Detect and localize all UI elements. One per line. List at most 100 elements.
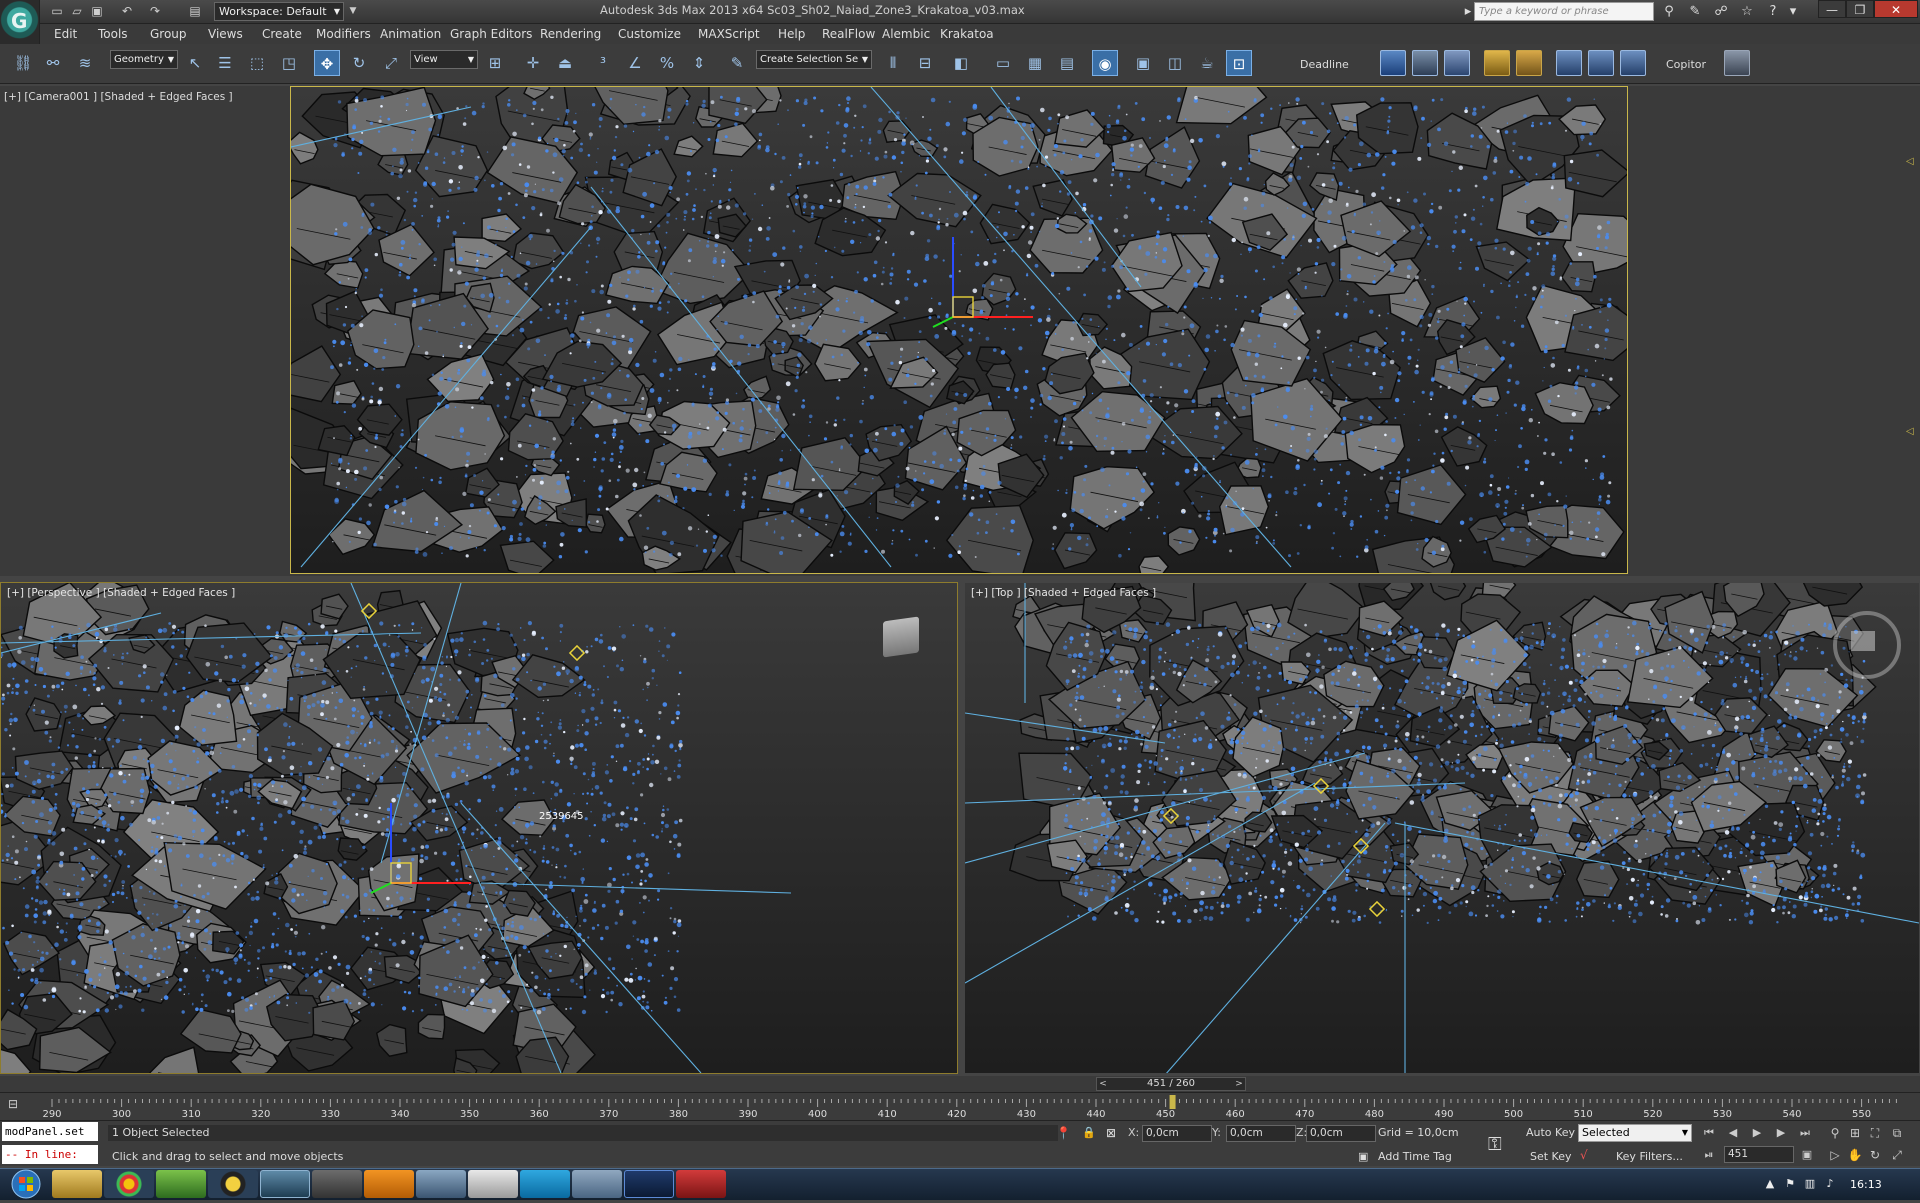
y-coordinate-field[interactable]: 0,0cm bbox=[1226, 1125, 1296, 1142]
time-slider-frame-counter[interactable]: 451 / 260 bbox=[1096, 1077, 1246, 1091]
zoom-extents-all-icon[interactable]: ⧉ bbox=[1888, 1124, 1906, 1142]
zoom-extents-icon[interactable]: ⛶ bbox=[1866, 1124, 1884, 1142]
search-input[interactable]: Type a keyword or phrase bbox=[1474, 2, 1654, 21]
taskbar-graph-icon[interactable] bbox=[468, 1170, 518, 1198]
mirror-icon[interactable]: ⫴ bbox=[880, 50, 906, 76]
viewcube-icon[interactable] bbox=[883, 616, 919, 657]
orbit-icon[interactable]: ↻ bbox=[1866, 1146, 1884, 1164]
maxscript-listener-input[interactable]: modPanel.set bbox=[2, 1122, 98, 1141]
taskbar-image-viewer-icon[interactable] bbox=[572, 1170, 622, 1198]
communication-center-icon[interactable]: ☍ bbox=[1710, 2, 1732, 22]
select-and-rotate-icon[interactable]: ↻ bbox=[346, 50, 372, 76]
time-configuration-icon[interactable]: ▣ bbox=[1798, 1146, 1816, 1164]
menu-edit[interactable]: Edit bbox=[54, 26, 77, 42]
key-mode-dropdown[interactable]: Selected▼ bbox=[1578, 1124, 1692, 1142]
taskbar-skype-icon[interactable] bbox=[520, 1170, 570, 1198]
edit-named-selection-icon[interactable]: ✎ bbox=[724, 50, 750, 76]
window-crossing-icon[interactable]: ◳ bbox=[276, 50, 302, 76]
menu-rendering[interactable]: Rendering bbox=[540, 26, 601, 42]
taskbar-app-icon[interactable] bbox=[156, 1170, 206, 1198]
layer-manager-icon[interactable]: ◧ bbox=[948, 50, 974, 76]
render-setup-icon[interactable]: ▣ bbox=[1130, 50, 1156, 76]
menu-realflow[interactable]: RealFlow bbox=[822, 26, 875, 42]
copitor-label[interactable]: Copitor bbox=[1666, 58, 1706, 71]
selection-filter-dropdown[interactable]: Geometry▼ bbox=[110, 50, 178, 69]
deadline-label[interactable]: Deadline bbox=[1300, 58, 1349, 71]
x-coordinate-field[interactable]: 0,0cm bbox=[1142, 1125, 1212, 1142]
save-file-icon[interactable]: ▣ bbox=[88, 3, 106, 20]
subscription-center-icon[interactable]: ✎ bbox=[1684, 2, 1706, 22]
help-dropdown-icon[interactable]: ▾ bbox=[1786, 2, 1800, 22]
quick-access-customize-icon[interactable]: ▼ bbox=[346, 2, 360, 21]
maximize-viewport-icon[interactable]: ⤢ bbox=[1888, 1146, 1906, 1164]
menu-customize[interactable]: Customize bbox=[618, 26, 681, 42]
application-button[interactable]: G bbox=[0, 0, 40, 44]
percent-snap-icon[interactable]: % bbox=[654, 50, 680, 76]
play-icon[interactable]: ▶ bbox=[1748, 1124, 1766, 1142]
menu-graph-editors[interactable]: Graph Editors bbox=[450, 26, 532, 42]
undo-icon[interactable]: ↶ bbox=[118, 3, 136, 20]
time-tag-icon[interactable]: ▣ bbox=[1358, 1150, 1368, 1163]
current-frame-field[interactable]: 451 bbox=[1724, 1146, 1794, 1163]
taskbar-photoshop-icon[interactable] bbox=[624, 1170, 674, 1198]
time-slider[interactable] bbox=[0, 1076, 1920, 1092]
absolute-mode-icon[interactable]: ⊠ bbox=[1106, 1126, 1116, 1140]
keyboard-shortcut-override-icon[interactable]: ⏏ bbox=[552, 50, 578, 76]
time-slider-next-icon[interactable]: > bbox=[1232, 1077, 1246, 1091]
help-icon[interactable]: ? bbox=[1762, 2, 1784, 22]
maxscript-listener-output[interactable]: -- In line: bbox=[2, 1145, 98, 1164]
viewport-label-camera-left[interactable]: [+] [Camera001 ] [Shaded + Edged Faces ] bbox=[4, 90, 233, 103]
align-icon[interactable]: ⊟ bbox=[912, 50, 938, 76]
spinner-snap-icon[interactable]: ⇕ bbox=[686, 50, 712, 76]
minimize-icon[interactable]: — bbox=[1818, 0, 1846, 18]
key-mode-toggle-icon[interactable]: ⏯ bbox=[1700, 1146, 1718, 1164]
taskbar-explorer-icon[interactable] bbox=[52, 1170, 102, 1198]
render-iterative-icon[interactable]: ⊡ bbox=[1226, 50, 1252, 76]
field-of-view-icon[interactable]: ▷ bbox=[1826, 1146, 1844, 1164]
taskbar-clock[interactable]: 16:13 bbox=[1850, 1178, 1882, 1191]
favorites-star-icon[interactable]: ☆ bbox=[1736, 2, 1758, 22]
select-and-scale-icon[interactable]: ⤢ bbox=[378, 50, 404, 76]
bin-particles-icon[interactable] bbox=[1588, 50, 1614, 76]
go-to-end-icon[interactable]: ⏭ bbox=[1796, 1124, 1814, 1142]
tray-expand-icon[interactable]: ▲ bbox=[1762, 1176, 1778, 1192]
next-frame-icon[interactable]: ▶ bbox=[1772, 1124, 1790, 1142]
pivot-center-icon[interactable]: ⊞ bbox=[482, 50, 508, 76]
track-bar[interactable]: 2903003103203303403503603703803904004104… bbox=[0, 1092, 1920, 1120]
zoom-all-icon[interactable]: ⊞ bbox=[1846, 1124, 1864, 1142]
taskbar-nuke-icon[interactable] bbox=[208, 1170, 258, 1198]
schematic-view-icon[interactable]: ▤ bbox=[1054, 50, 1080, 76]
taskbar-chrome-icon[interactable] bbox=[104, 1170, 154, 1198]
menu-modifiers[interactable]: Modifiers bbox=[316, 26, 371, 42]
default-in-out-tangents-icon[interactable]: √ bbox=[1580, 1148, 1588, 1162]
taskbar-window-icon[interactable] bbox=[416, 1170, 466, 1198]
hold-icon[interactable]: ▤ bbox=[186, 3, 204, 20]
top-viewport[interactable]: [+] [Top ] [Shaded + Edged Faces ] bbox=[964, 582, 1920, 1074]
scene-explorer-icon[interactable] bbox=[1724, 50, 1750, 76]
bin-tools-icon[interactable] bbox=[1620, 50, 1646, 76]
menu-animation[interactable]: Animation bbox=[380, 26, 441, 42]
viewport-label-top[interactable]: [+] [Top ] [Shaded + Edged Faces ] bbox=[971, 587, 1156, 599]
select-and-manipulate-icon[interactable]: ✛ bbox=[520, 50, 546, 76]
reference-coordinate-dropdown[interactable]: View▼ bbox=[410, 50, 478, 69]
menu-help[interactable]: Help bbox=[778, 26, 805, 42]
new-file-icon[interactable]: ▭ bbox=[48, 3, 66, 20]
bin-mesher-icon[interactable] bbox=[1556, 50, 1582, 76]
close-icon[interactable]: ✕ bbox=[1874, 0, 1918, 18]
krakatoa-sd-icon[interactable] bbox=[1380, 50, 1406, 76]
current-time-marker[interactable] bbox=[1170, 1095, 1176, 1109]
select-and-move-icon[interactable]: ✥ bbox=[314, 50, 340, 76]
snaps-toggle-icon[interactable]: ³ bbox=[590, 50, 616, 76]
graphite-ribbon-icon[interactable]: ▭ bbox=[990, 50, 1016, 76]
start-button[interactable] bbox=[4, 1168, 48, 1200]
krakatoa-prt-icon[interactable] bbox=[1412, 50, 1438, 76]
rendered-frame-window-icon[interactable]: ◫ bbox=[1162, 50, 1188, 76]
menu-group[interactable]: Group bbox=[150, 26, 187, 42]
selection-lock-icon[interactable]: 🔒 bbox=[1082, 1126, 1096, 1139]
isolate-selection-icon[interactable]: 📍 bbox=[1056, 1126, 1071, 1140]
taskbar-clapper-icon[interactable] bbox=[312, 1170, 362, 1198]
zoom-icon[interactable]: ⚲ bbox=[1826, 1124, 1844, 1142]
open-file-icon[interactable]: ▱ bbox=[68, 3, 86, 20]
taskbar-3dsmax-icon[interactable] bbox=[260, 1170, 310, 1198]
select-by-name-icon[interactable]: ☰ bbox=[212, 50, 238, 76]
